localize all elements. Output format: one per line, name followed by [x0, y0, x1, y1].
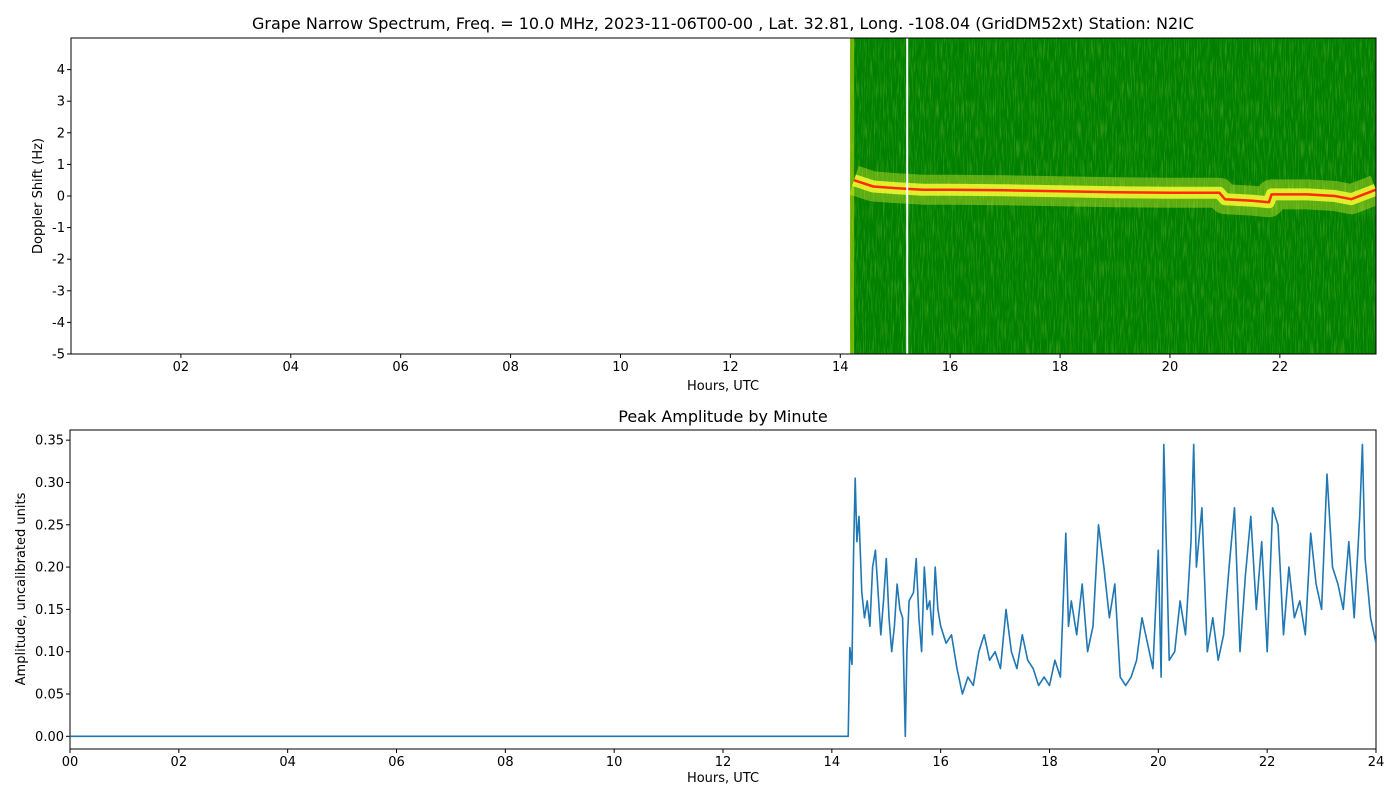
amplitude-x-tick-label: 14 — [824, 755, 841, 770]
amplitude-y-ticks: 0.00 0.05 0.10 0.15 0.20 0.25 0.30 0.35 — [35, 434, 70, 745]
amplitude-x-tick-label: 02 — [171, 755, 188, 770]
spectrogram-x-tick-label: 04 — [283, 360, 300, 375]
spectrogram-x-ticks: 02 04 06 08 10 12 14 16 18 20 22 — [173, 354, 1288, 375]
spectrogram-image — [849, 38, 1376, 354]
spectrogram-onset-streak — [850, 38, 855, 354]
amplitude-plot-area — [69, 429, 1377, 750]
spectrogram-y-tick-label: 4 — [57, 63, 65, 78]
spectrogram-y-tick-label: -1 — [52, 221, 65, 236]
amplitude-panel: Peak Amplitude by Minute 0.00 0.05 0.10 0.1… — [14, 407, 1384, 786]
amplitude-x-tick-label: 08 — [497, 755, 514, 770]
amplitude-title: Peak Amplitude by Minute — [618, 407, 828, 426]
spectrogram-panel: Grape Narrow Spectrum, Freq. = 10.0 MHz,… — [31, 14, 1377, 394]
amplitude-ylabel: Amplitude, uncalibrated units — [14, 492, 29, 685]
amplitude-x-tick-label: 00 — [62, 755, 79, 770]
amplitude-x-ticks: 00 02 04 06 08 10 12 14 16 18 20 22 24 — [62, 749, 1385, 770]
spectrogram-y-tick-label: 0 — [57, 190, 65, 205]
spectrogram-gap — [906, 38, 909, 354]
spectrogram-x-tick-label: 12 — [722, 360, 739, 375]
amplitude-y-tick-label: 0.35 — [35, 434, 64, 449]
spectrogram-x-tick-label: 14 — [832, 360, 849, 375]
spectrogram-x-tick-label: 22 — [1272, 360, 1289, 375]
spectrogram-xlabel: Hours, UTC — [687, 379, 759, 394]
amplitude-x-tick-label: 22 — [1259, 755, 1276, 770]
amplitude-xlabel: Hours, UTC — [687, 771, 759, 786]
amplitude-x-tick-label: 04 — [279, 755, 296, 770]
amplitude-y-tick-label: 0.10 — [35, 645, 64, 660]
amplitude-y-tick-label: 0.05 — [35, 688, 64, 703]
spectrogram-x-tick-label: 16 — [942, 360, 959, 375]
amplitude-x-tick-label: 12 — [715, 755, 732, 770]
spectrogram-y-tick-label: 1 — [57, 158, 65, 173]
amplitude-x-tick-label: 16 — [932, 755, 949, 770]
amplitude-y-tick-label: 0.30 — [35, 476, 64, 491]
spectrogram-x-tick-label: 02 — [173, 360, 190, 375]
spectrogram-x-tick-label: 06 — [392, 360, 409, 375]
spectrogram-title: Grape Narrow Spectrum, Freq. = 10.0 MHz,… — [252, 14, 1194, 33]
spectrogram-x-tick-label: 18 — [1052, 360, 1069, 375]
amplitude-x-tick-label: 06 — [388, 755, 405, 770]
amplitude-y-tick-label: 0.00 — [35, 730, 64, 745]
spectrogram-y-tick-label: -2 — [52, 253, 65, 268]
spectrogram-ylabel: Doppler Shift (Hz) — [31, 138, 46, 254]
amplitude-x-tick-label: 10 — [606, 755, 623, 770]
amplitude-y-tick-label: 0.20 — [35, 561, 64, 576]
amplitude-y-tick-label: 0.25 — [35, 518, 64, 533]
figure: Grape Narrow Spectrum, Freq. = 10.0 MHz,… — [14, 14, 1384, 786]
amplitude-y-tick-label: 0.15 — [35, 603, 64, 618]
spectrogram-y-tick-label: -5 — [52, 348, 65, 363]
spectrogram-y-tick-label: 2 — [57, 126, 65, 141]
amplitude-x-tick-label: 20 — [1150, 755, 1167, 770]
spectrogram-y-tick-label: -3 — [52, 284, 65, 299]
spectrogram-x-tick-label: 08 — [502, 360, 519, 375]
amplitude-x-tick-label: 24 — [1368, 755, 1385, 770]
spectrogram-y-tick-label: -4 — [52, 316, 65, 331]
spectrogram-y-ticks: -5 -4 -3 -2 -1 0 1 2 3 4 — [52, 63, 71, 363]
amplitude-x-tick-label: 18 — [1041, 755, 1058, 770]
spectrogram-x-tick-label: 10 — [612, 360, 629, 375]
spectrogram-y-tick-label: 3 — [57, 95, 65, 110]
spectrogram-x-tick-label: 20 — [1162, 360, 1179, 375]
